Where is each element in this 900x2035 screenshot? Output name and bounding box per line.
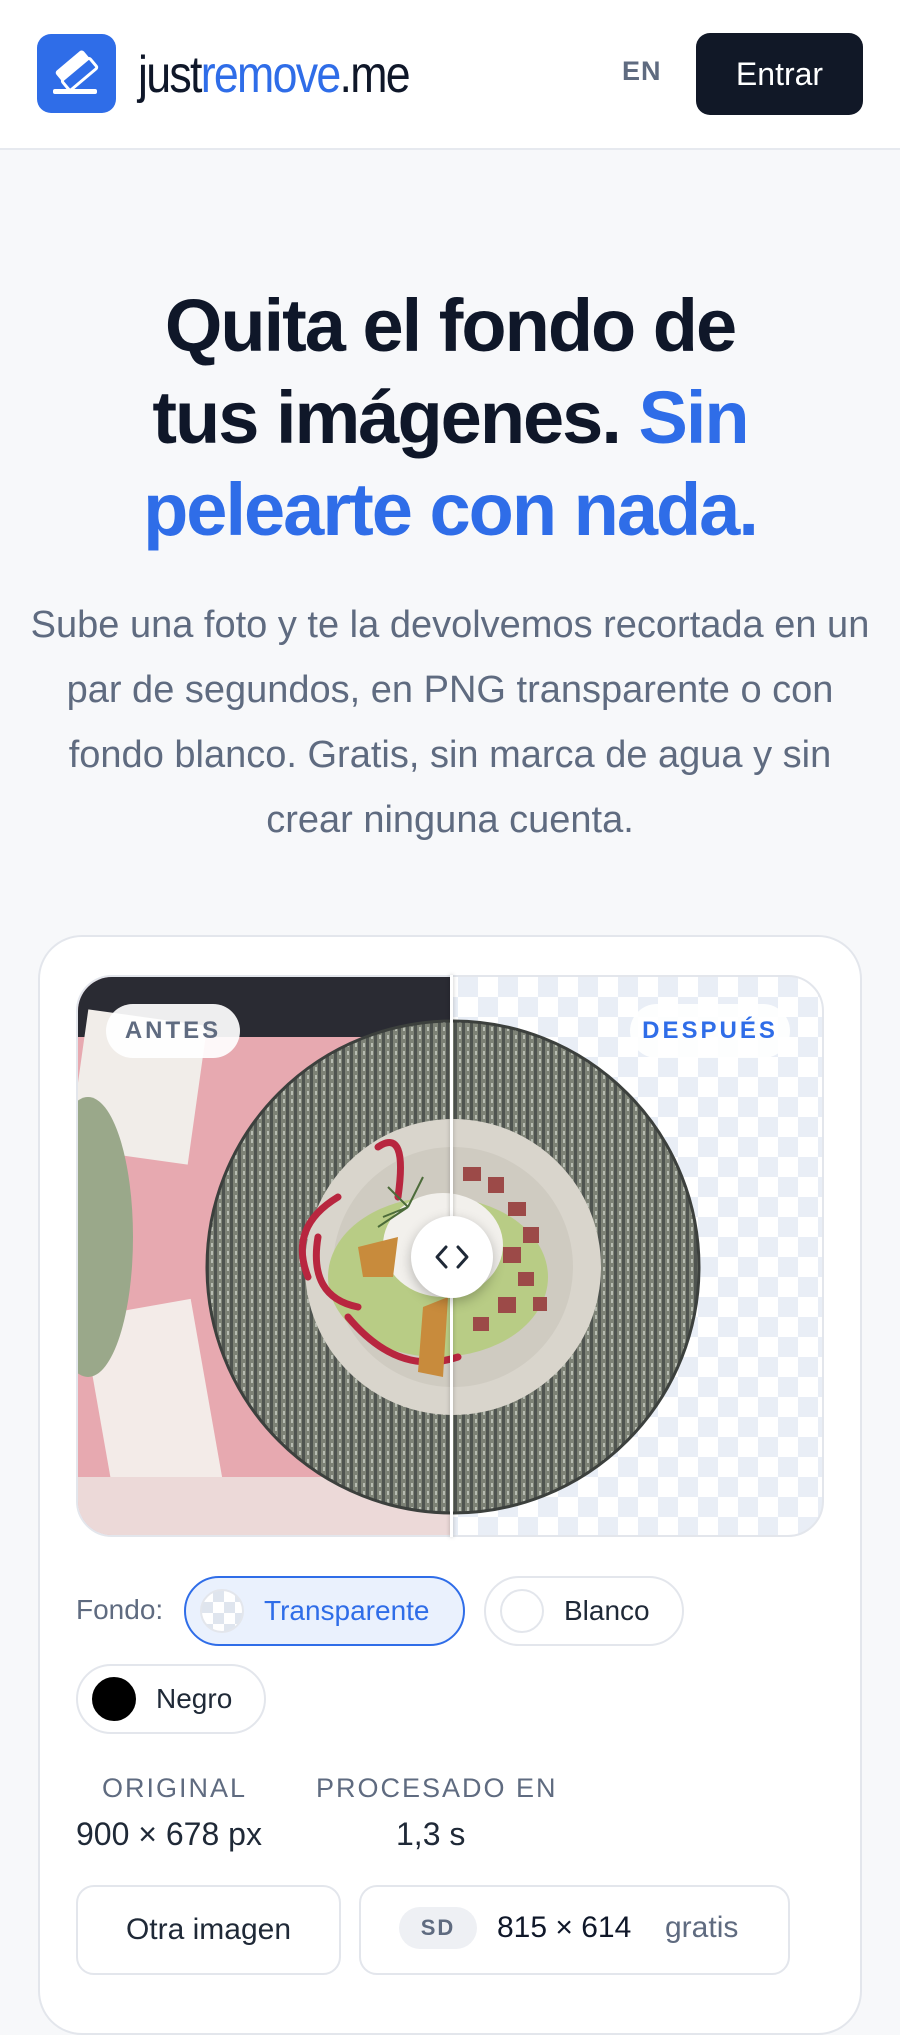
- processing-time-label: PROCESADO EN: [316, 1773, 558, 1803]
- background-option-transparent[interactable]: Transparente: [184, 1576, 465, 1646]
- download-price: gratis: [665, 1911, 739, 1944]
- brand-wordmark[interactable]: justremove.me: [138, 43, 411, 107]
- download-size: 815 × 614: [497, 1911, 632, 1944]
- processing-time-value: 1,3 s: [396, 1816, 466, 1852]
- quality-badge: SD: [399, 1907, 477, 1949]
- brand-part-remove: remove: [200, 46, 342, 104]
- original-size-label: ORIGINAL: [102, 1773, 248, 1803]
- download-sd-button[interactable]: SD 815 × 614 gratis: [359, 1885, 790, 1975]
- other-image-button[interactable]: Otra imagen: [76, 1885, 341, 1975]
- background-option-label: Negro: [156, 1683, 233, 1714]
- background-option-white[interactable]: Blanco: [484, 1576, 684, 1646]
- comparison-drag-handle[interactable]: [411, 1216, 493, 1298]
- background-option-label: Blanco: [564, 1595, 650, 1626]
- background-label: Fondo:: [76, 1594, 164, 1625]
- logo-eraser-icon[interactable]: [37, 34, 116, 113]
- code-brackets-icon: [435, 1245, 469, 1269]
- white-swatch-icon: [500, 1589, 544, 1633]
- transparent-swatch-icon: [200, 1589, 244, 1633]
- language-switch[interactable]: EN: [622, 56, 662, 87]
- original-size-value: 900 × 678 px: [76, 1816, 262, 1852]
- brand-part-just: just: [138, 46, 202, 104]
- login-button[interactable]: Entrar: [696, 33, 863, 115]
- after-label: DESPUÉS: [630, 1004, 790, 1058]
- background-option-label: Transparente: [264, 1595, 430, 1626]
- hero-title-line2: tus imágenes.: [152, 376, 622, 459]
- background-option-black[interactable]: Negro: [76, 1664, 266, 1734]
- top-header: justremove.me EN Entrar: [0, 0, 900, 150]
- black-swatch-icon: [92, 1677, 136, 1721]
- before-label: ANTES: [106, 1004, 240, 1058]
- hero-subtitle: Sube una foto y te la devolvemos recorta…: [30, 604, 870, 841]
- hero-title: Quita el fondo de tus imágenes. Sin pele…: [40, 280, 860, 556]
- hero-title-accent-a: Sin: [638, 376, 749, 459]
- hero-title-accent-b: pelearte con nada.: [143, 468, 759, 551]
- brand-part-domain: .me: [339, 46, 411, 104]
- hero-title-line1: Quita el fondo de: [164, 284, 737, 367]
